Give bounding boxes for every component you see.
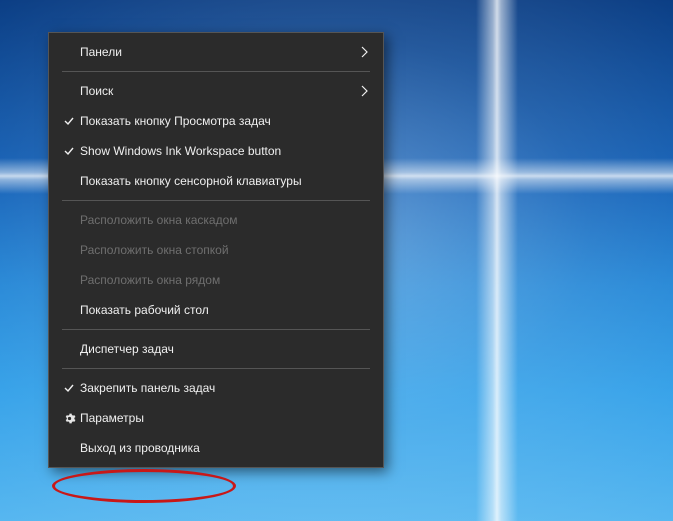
menu-label: Расположить окна стопкой [80,243,368,257]
menu-item-show-touchkb[interactable]: Показать кнопку сенсорной клавиатуры [50,166,382,196]
menu-label: Параметры [80,411,368,425]
menu-label: Выход из проводника [80,441,368,455]
taskbar-context-menu: Панели Поиск Показать кнопку Просмотра з… [48,32,384,468]
menu-label: Show Windows Ink Workspace button [80,144,368,158]
chevron-right-icon [354,85,368,97]
separator [62,71,370,72]
menu-label: Показать рабочий стол [80,303,368,317]
separator [62,200,370,201]
menu-item-panels[interactable]: Панели [50,37,382,67]
menu-label: Поиск [80,84,354,98]
menu-item-stacked: Расположить окна стопкой [50,235,382,265]
menu-item-sidebyside: Расположить окна рядом [50,265,382,295]
separator [62,329,370,330]
menu-label: Диспетчер задач [80,342,368,356]
menu-label: Расположить окна рядом [80,273,368,287]
chevron-right-icon [354,46,368,58]
menu-item-exit-explorer[interactable]: Выход из проводника [50,433,382,463]
gear-icon [58,412,80,425]
separator [62,368,370,369]
menu-item-show-desktop[interactable]: Показать рабочий стол [50,295,382,325]
menu-item-show-ink[interactable]: Show Windows Ink Workspace button [50,136,382,166]
menu-label: Панели [80,45,354,59]
menu-item-settings[interactable]: Параметры [50,403,382,433]
menu-item-cascade: Расположить окна каскадом [50,205,382,235]
menu-item-lock-taskbar[interactable]: Закрепить панель задач [50,373,382,403]
check-icon [58,145,80,157]
check-icon [58,115,80,127]
menu-label: Показать кнопку сенсорной клавиатуры [80,174,368,188]
check-icon [58,382,80,394]
menu-label: Расположить окна каскадом [80,213,368,227]
windows-light-vertical [476,0,518,521]
menu-label: Закрепить панель задач [80,381,368,395]
menu-item-task-manager[interactable]: Диспетчер задач [50,334,382,364]
menu-item-search[interactable]: Поиск [50,76,382,106]
menu-label: Показать кнопку Просмотра задач [80,114,368,128]
menu-item-show-taskview[interactable]: Показать кнопку Просмотра задач [50,106,382,136]
